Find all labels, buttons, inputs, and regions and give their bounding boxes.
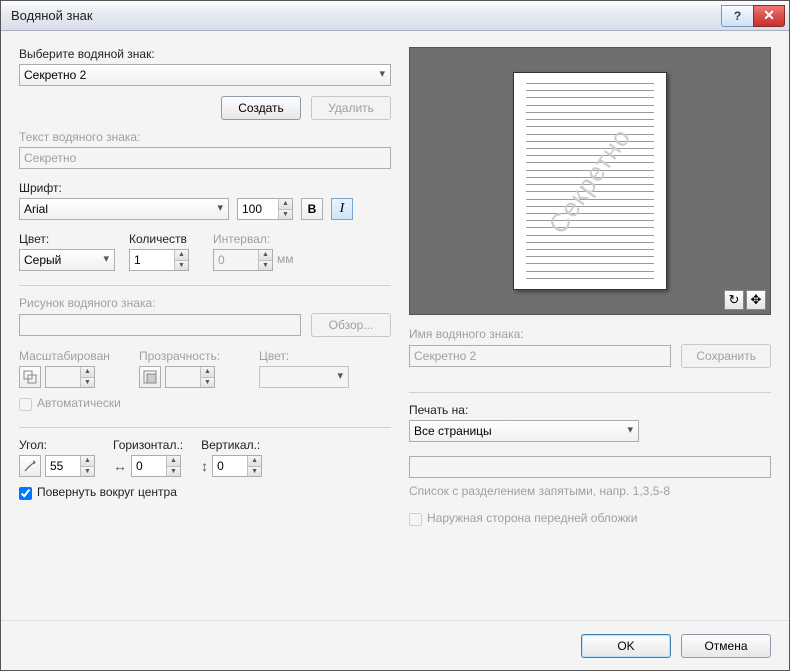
angle-spinner[interactable]: ▲▼ [45,455,95,477]
watermark-select[interactable]: Секретно 2 [19,64,391,86]
watermark-name-input [409,345,671,367]
transparency-spinner: ▲▼ [165,366,215,388]
angle-label: Угол: [19,438,95,452]
count-spinner[interactable]: ▲▼ [129,249,189,271]
titlebar: Водяной знак ? ✕ [1,1,789,31]
delete-button: Удалить [311,96,391,120]
dialog-title: Водяной знак [11,8,721,23]
move-preview-button[interactable]: ✥ [746,290,766,310]
interval-unit: мм [277,252,294,266]
scale-spinner: ▲▼ [45,366,95,388]
vertical-arrow-icon: ↕ [201,458,208,474]
close-button[interactable]: ✕ [753,5,785,27]
color2-label: Цвет: [259,349,349,363]
dialog-footer: OK Отмена [1,620,789,670]
interval-label: Интервал: [213,232,283,246]
font-select[interactable]: Arial [19,198,229,220]
transparency-icon [139,366,161,388]
font-label: Шрифт: [19,181,391,195]
scale-icon [19,366,41,388]
auto-label: Автоматически [37,396,121,410]
create-button[interactable]: Создать [221,96,301,120]
dialog-window: Водяной знак ? ✕ Выберите водяной знак: … [0,0,790,671]
pages-input [409,456,771,478]
color-label: Цвет: [19,232,115,246]
watermark-text-label: Текст водяного знака: [19,130,391,144]
picture-label: Рисунок водяного знака: [19,296,391,310]
watermark-text-input [19,147,391,169]
help-button[interactable]: ? [721,5,753,27]
spin-up-icon[interactable]: ▲ [278,199,292,210]
print-on-label: Печать на: [409,403,771,417]
preview-page: Секретно [513,72,667,290]
watermark-name-label: Имя водяного знака: [409,327,771,341]
preview-pane: Секретно ↻ ✥ [409,47,771,315]
browse-button: Обзор... [311,313,391,337]
print-on-select[interactable]: Все страницы [409,420,639,442]
pages-hint: Список с разделением запятыми, напр. 1,3… [409,484,771,498]
save-button: Сохранить [681,344,771,368]
transparency-label: Прозрачность: [139,349,249,363]
ok-button[interactable]: OK [581,634,671,658]
vert-spinner[interactable]: ▲▼ [212,455,262,477]
front-cover-checkbox [409,513,422,526]
spin-down-icon[interactable]: ▼ [278,210,292,220]
front-cover-label: Наружная сторона передней обложки [427,511,637,525]
rotate-center-label: Повернуть вокруг центра [37,485,177,499]
pic-color-select [259,366,349,388]
color-select[interactable]: Серый [19,249,115,271]
horiz-label: Горизонтал.: [113,438,183,452]
horiz-spinner[interactable]: ▲▼ [131,455,181,477]
horizontal-arrow-icon: ↔ [113,458,127,474]
font-size-spinner[interactable]: ▲▼ [237,198,293,220]
scale-label: Масштабирован [19,349,129,363]
select-watermark-label: Выберите водяной знак: [19,47,391,61]
rotate-center-checkbox[interactable] [19,487,32,500]
auto-checkbox [19,398,32,411]
cancel-button[interactable]: Отмена [681,634,771,658]
vert-label: Вертикал.: [201,438,262,452]
bold-button[interactable]: B [301,198,323,220]
italic-button[interactable]: I [331,198,353,220]
interval-spinner: ▲▼ [213,249,273,271]
picture-path-input [19,314,301,336]
angle-icon [19,455,41,477]
rotate-preview-button[interactable]: ↻ [724,290,744,310]
count-label: Количеств [129,232,199,246]
